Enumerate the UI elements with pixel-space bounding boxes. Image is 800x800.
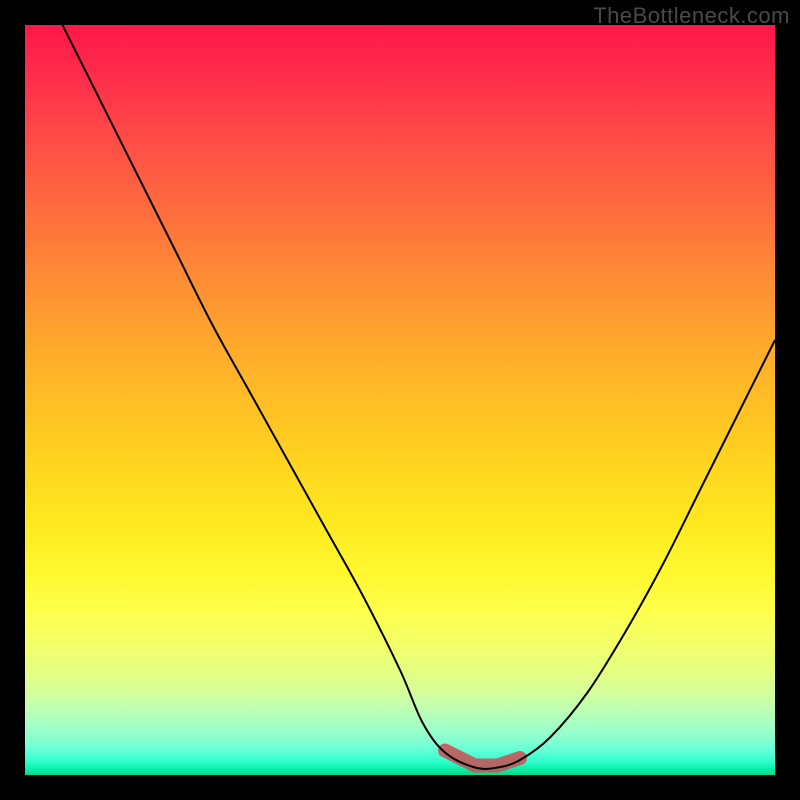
- curve-svg: [25, 25, 775, 775]
- plot-area: [25, 25, 775, 775]
- optimal-range-marker: [445, 751, 520, 766]
- chart-frame: TheBottleneck.com: [0, 0, 800, 800]
- watermark-text: TheBottleneck.com: [593, 3, 790, 29]
- bottleneck-curve: [63, 25, 776, 769]
